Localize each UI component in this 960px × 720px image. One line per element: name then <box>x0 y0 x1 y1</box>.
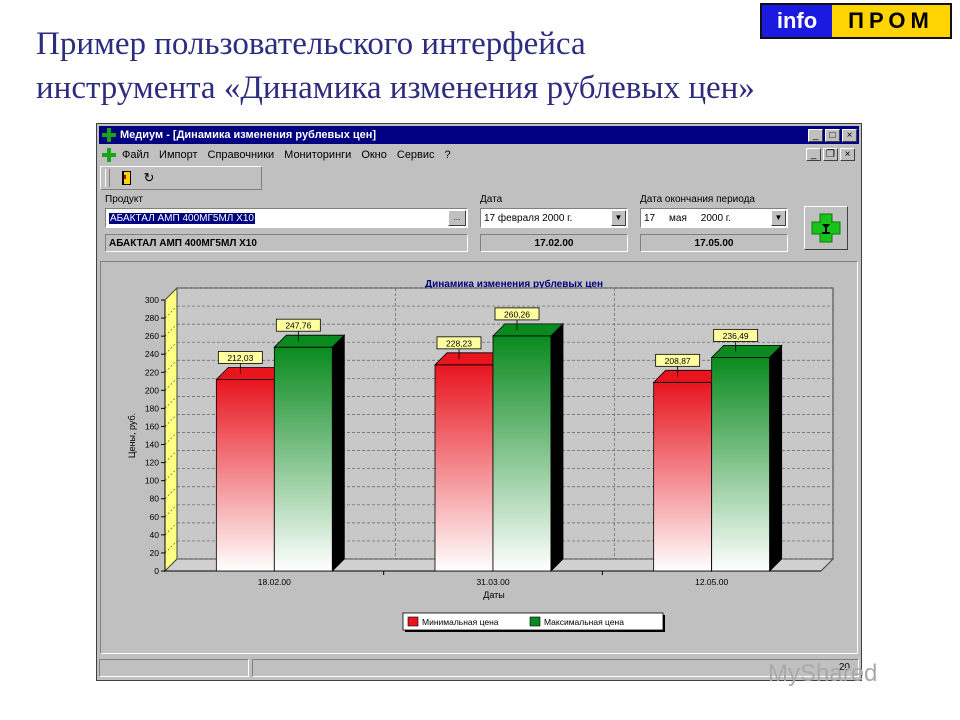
child-close-button[interactable]: × <box>840 148 855 161</box>
myshared-watermark: MyShared <box>768 660 878 687</box>
medium-logo-icon <box>811 213 841 243</box>
data-label: 247,76 <box>285 321 311 331</box>
end-date-display: 17.05.00 <box>640 234 788 252</box>
close-button[interactable]: × <box>842 128 857 142</box>
y-tick-label: 300 <box>145 295 159 305</box>
infoprom-logo: info ПРОМ <box>760 3 952 39</box>
product-input[interactable]: АБАКТАЛ АМП 400МГ5МЛ Х10 ... <box>105 208 468 228</box>
status-bar: 20 <box>99 659 859 677</box>
y-tick-label: 100 <box>145 476 159 486</box>
x-tick-label: 18.02.00 <box>258 577 291 587</box>
y-axis-label: Цены, руб. <box>127 413 137 458</box>
y-tick-label: 60 <box>150 512 160 522</box>
y-tick-label: 140 <box>145 440 159 450</box>
chart-panel: Динамика изменения рублевых цен 0 20 40 60 80… <box>100 261 858 654</box>
menu-window[interactable]: Окно <box>361 149 387 161</box>
data-label: 236,49 <box>723 331 749 341</box>
end-date-label: Дата окончания периода <box>640 194 755 205</box>
y-tick-label: 240 <box>145 349 159 359</box>
logo-prom-text: ПРОМ <box>832 5 950 37</box>
child-minimize-button[interactable]: _ <box>806 148 821 161</box>
menu-bar: Файл Импорт Справочники Мониторинги Окно… <box>99 146 859 164</box>
bar-side <box>769 344 783 572</box>
data-label: 260,26 <box>504 309 530 319</box>
app-window: Медиум - [Динамика изменения рублевых це… <box>96 123 862 681</box>
y-tick-label: 20 <box>150 548 160 558</box>
y-tick-label: 120 <box>145 458 159 468</box>
y-tick-label: 200 <box>145 385 159 395</box>
exit-door-button[interactable] <box>116 168 138 188</box>
x-axis-label: Даты <box>483 590 505 600</box>
bar <box>215 379 275 572</box>
data-label: 208,87 <box>665 356 691 366</box>
window-title: Медиум - [Динамика изменения рублевых це… <box>120 129 377 141</box>
maximize-button[interactable]: □ <box>825 128 840 142</box>
end-date-dropdown-button[interactable]: ▼ <box>771 210 786 226</box>
exit-door-icon <box>122 171 131 185</box>
date-picker[interactable]: 17 февраля 2000 г. ▼ <box>480 208 628 228</box>
refresh-button[interactable]: ↻ <box>138 168 160 188</box>
slide-title-line2: инструмента «Динамика изменения рублевых… <box>36 70 755 106</box>
menu-file[interactable]: Файл <box>122 149 149 161</box>
y-tick-label: 160 <box>145 421 159 431</box>
slide-title-line1: Пример пользовательского интерфейса <box>36 26 586 62</box>
date-picker-value: 17 февраля 2000 г. <box>484 212 573 224</box>
date-dropdown-button[interactable]: ▼ <box>611 210 626 226</box>
status-cell-left <box>99 659 249 677</box>
menu-help[interactable]: ? <box>445 149 451 161</box>
product-input-value: АБАКТАЛ АМП 400МГ5МЛ Х10 <box>109 212 255 224</box>
title-bar[interactable]: Медиум - [Динамика изменения рублевых це… <box>99 126 859 144</box>
y-tick-label: 180 <box>145 403 159 413</box>
toolbar: ↻ <box>100 166 262 190</box>
bar-side <box>550 322 564 572</box>
menu-monitoring[interactable]: Мониторинги <box>284 149 351 161</box>
x-tick-label: 31.03.00 <box>476 577 509 587</box>
bar <box>653 381 713 572</box>
refresh-icon: ↻ <box>143 170 155 185</box>
product-browse-button[interactable]: ... <box>448 210 466 226</box>
bar <box>711 356 771 572</box>
legend-label: Максимальная цена <box>544 617 624 627</box>
data-label: 228,23 <box>446 338 472 348</box>
bar-side <box>331 334 345 572</box>
logo-info-text: info <box>762 5 832 37</box>
legend-swatch <box>407 616 419 627</box>
bar <box>273 346 333 572</box>
y-tick-label: 40 <box>150 530 160 540</box>
bar <box>434 364 494 572</box>
end-date-picker-value: 17 мая 2000 г. <box>644 212 731 224</box>
minimize-button[interactable]: _ <box>808 128 823 142</box>
medium-cross-icon <box>102 128 116 142</box>
slide-title: Пример пользовательского интерфейса инст… <box>36 22 856 110</box>
legend-label: Минимальная цена <box>422 617 499 627</box>
data-label: 212,03 <box>227 353 253 363</box>
date-display: 17.02.00 <box>480 234 628 252</box>
price-dynamics-chart: Динамика изменения рублевых цен020406080… <box>127 278 835 632</box>
child-restore-button[interactable]: ❐ <box>823 148 838 161</box>
end-date-picker[interactable]: 17 мая 2000 г. ▼ <box>640 208 788 228</box>
y-tick-label: 80 <box>150 494 160 504</box>
y-tick-label: 220 <box>145 367 159 377</box>
child-window-cross-icon[interactable] <box>102 148 116 162</box>
product-label: Продукт <box>105 194 143 205</box>
menu-service[interactable]: Сервис <box>397 149 435 161</box>
bar <box>492 335 552 572</box>
y-tick-label: 0 <box>154 566 159 576</box>
menu-references[interactable]: Справочники <box>208 149 275 161</box>
date-label: Дата <box>480 194 503 205</box>
toolbar-grip[interactable] <box>105 169 110 187</box>
menu-import[interactable]: Импорт <box>159 149 197 161</box>
product-display: АБАКТАЛ АМП 400МГ5МЛ Х10 <box>105 234 468 252</box>
run-analysis-button[interactable] <box>804 206 848 250</box>
legend-swatch <box>529 616 541 627</box>
y-tick-label: 260 <box>145 331 159 341</box>
y-tick-label: 280 <box>145 313 159 323</box>
x-tick-label: 12.05.00 <box>695 577 728 587</box>
